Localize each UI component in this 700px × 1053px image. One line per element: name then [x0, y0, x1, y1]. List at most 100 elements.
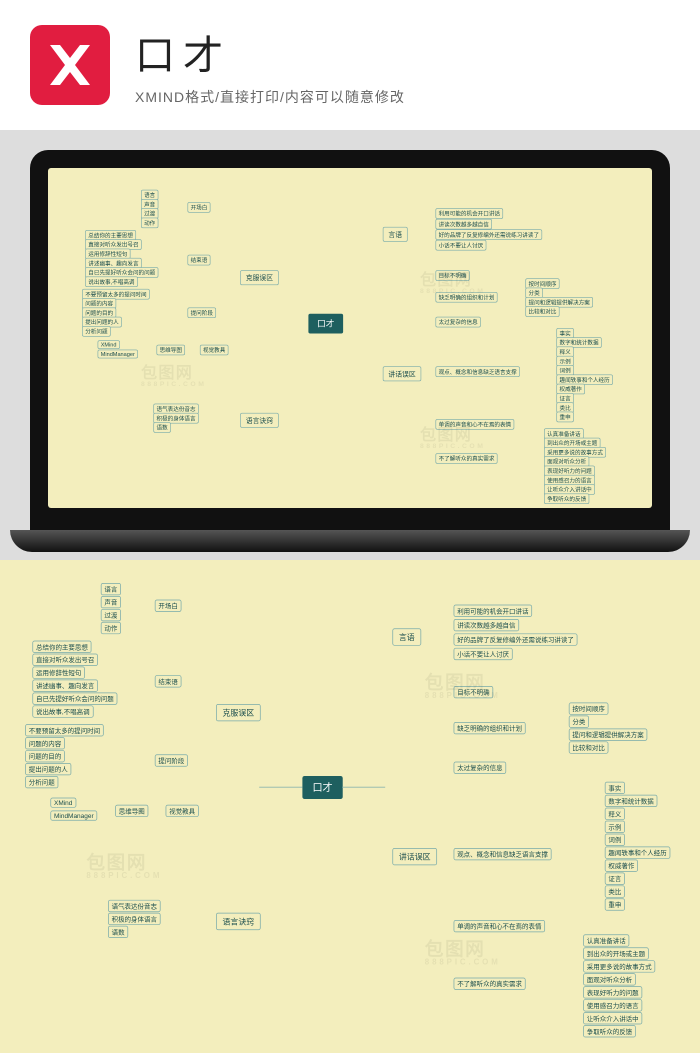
leaf: 比较和对比 [525, 306, 559, 317]
leaf: 开场白 [155, 600, 182, 612]
leaf: 认真准备讲话 [583, 934, 629, 946]
leaf: 动作 [101, 622, 121, 634]
leaf: 证言 [605, 872, 625, 884]
leaf: 讲读次数越多越自信 [454, 619, 520, 631]
leaf: 单调的声音和心不在焉的表情 [454, 920, 545, 932]
mindmap-large: 口才 言语 讲话误区 克服误区 语言诀窍 利用可能的机会开口讲话 讲读次数越多越… [0, 560, 698, 1050]
node-speech: 言语 [383, 227, 408, 242]
leaf: 趣闻轶事和个人经历 [605, 847, 671, 859]
leaf: 动作 [141, 218, 158, 229]
leaf: 好的品牌了反复修编外还需说练习讲读了 [454, 633, 578, 645]
leaf: 开场白 [188, 202, 211, 213]
leaf: 让听众介入讲话中 [583, 1012, 642, 1024]
xmind-icon [45, 40, 95, 90]
leaf: 结束语 [188, 255, 211, 266]
leaf: 示例 [605, 821, 625, 833]
leaf: 提问阶段 [155, 754, 188, 766]
leaf: 声音 [101, 596, 121, 608]
node-mistakes: 讲话误区 [392, 848, 437, 865]
connector [342, 787, 385, 788]
leaf: 分析问题 [82, 326, 111, 337]
leaf: 类比 [605, 885, 625, 897]
leaf: 数字和统计数据 [605, 795, 658, 807]
leaf: MindManager [98, 350, 138, 359]
leaf: 思维导图 [157, 345, 186, 356]
leaf: 自已先提好听众会问的问题 [32, 692, 117, 704]
leaf: 重申 [605, 898, 625, 910]
leaf: 到出众的开场或主题 [583, 947, 649, 959]
leaf: 争取听众的反馈 [583, 1025, 636, 1037]
leaf: 视觉教具 [200, 345, 229, 356]
leaf: 语数 [153, 422, 170, 433]
laptop-base [10, 530, 690, 552]
leaf: 单调的声音和心不在焉的表情 [436, 419, 515, 430]
leaf: 表现好听力的问题 [583, 986, 642, 998]
leaf: 提问和逻辑提供解决方案 [569, 728, 647, 740]
leaf: XMind [98, 340, 120, 349]
leaf: 问题的内容 [25, 737, 65, 749]
leaf: 缺乏明确的组织和计划 [436, 292, 498, 303]
leaf: 直接对听众发出号召 [32, 654, 98, 666]
leaf: 采用更多说的故事方式 [583, 960, 655, 972]
leaf: 不了解听众的真实需求 [454, 978, 526, 990]
leaf: XMind [50, 798, 76, 808]
page-title: 口才 [135, 23, 405, 81]
node-overcome: 克服误区 [216, 704, 261, 721]
leaf: 释义 [605, 808, 625, 820]
leaf: 好的品牌了反复修编外还需说练习讲读了 [436, 229, 543, 240]
leaf: 利用可能的机会开口讲话 [436, 208, 504, 219]
leaf: MindManager [50, 811, 97, 821]
leaf: 问题的目的 [25, 750, 65, 762]
root-node: 口才 [302, 776, 342, 799]
title-block: 口才 XMIND格式/直接打印/内容可以随意修改 [135, 23, 405, 107]
leaf: 比较和对比 [569, 741, 609, 753]
leaf: 目标不明确 [436, 270, 470, 281]
leaf: 语气表达份音志 [108, 900, 161, 912]
leaf: 说出故事,不唱高调 [32, 705, 93, 717]
leaf: 使用感召力的语言 [583, 999, 642, 1011]
connector [259, 787, 302, 788]
leaf: 不了解听众的真实需求 [436, 453, 498, 464]
mindmap-panel: 口才 言语 讲话误区 克服误区 语言诀窍 利用可能的机会开口讲话 讲读次数越多越… [0, 560, 700, 1053]
leaf: 结束语 [155, 675, 182, 687]
node-speech: 言语 [392, 628, 421, 645]
leaf: 不要预留太多的提问时间 [25, 724, 103, 736]
node-overcome: 克服误区 [240, 270, 278, 285]
leaf: 说出故事,不唱高调 [85, 277, 137, 288]
leaf: 语数 [108, 926, 128, 938]
leaf: 太过复杂的信息 [436, 317, 481, 328]
leaf: 提问阶段 [188, 308, 217, 319]
leaf: 词例 [605, 834, 625, 846]
page-subtitle: XMIND格式/直接打印/内容可以随意修改 [135, 87, 405, 107]
leaf: 太过复杂的信息 [454, 762, 507, 774]
leaf: 视觉教具 [166, 805, 199, 817]
leaf: 目标不明确 [454, 686, 494, 698]
leaf: 分析问题 [25, 776, 58, 788]
leaf: 按时间顺序 [569, 703, 609, 715]
leaf: 重申 [556, 412, 573, 423]
leaf: 事实 [605, 782, 625, 794]
header: 口才 XMIND格式/直接打印/内容可以随意修改 [0, 0, 700, 130]
mindmap-small: 口才 言语 讲话误区 克服误区 语言诀窍 利用可能的机会开口讲话 讲读次数越多越… [48, 168, 649, 508]
leaf: 观点、概念和信息缺乏语言支撑 [454, 848, 552, 860]
leaf: 小话不要让人讨厌 [436, 240, 487, 251]
leaf: 小话不要让人讨厌 [454, 648, 513, 660]
laptop-screen: 口才 言语 讲话误区 克服误区 语言诀窍 利用可能的机会开口讲话 讲读次数越多越… [48, 168, 652, 508]
leaf: 讲述幽事、趣向发言 [32, 680, 98, 692]
leaf: 讲读次数越多越自信 [436, 219, 492, 230]
node-tips: 语言诀窍 [216, 913, 261, 930]
leaf: 提出问题的人 [25, 763, 71, 775]
leaf: 思维导图 [115, 805, 148, 817]
leaf: 分类 [569, 716, 589, 728]
leaf: 语言 [101, 583, 121, 595]
leaf: 积极的身体语言 [108, 913, 161, 925]
watermark: 包图网888PIC.COM [86, 848, 162, 880]
laptop-frame: 口才 言语 讲话误区 克服误区 语言诀窍 利用可能的机会开口讲话 讲读次数越多越… [30, 150, 670, 540]
watermark: 包图网888PIC.COM [141, 360, 206, 388]
node-mistakes: 讲话误区 [383, 366, 421, 381]
leaf: 面观对听众分析 [583, 973, 636, 985]
app-icon [30, 25, 110, 105]
leaf: 运用修辞性短句 [32, 667, 85, 679]
leaf: 观点、概念和信息缺乏语言支撑 [436, 366, 520, 377]
node-tips: 语言诀窍 [240, 413, 278, 428]
